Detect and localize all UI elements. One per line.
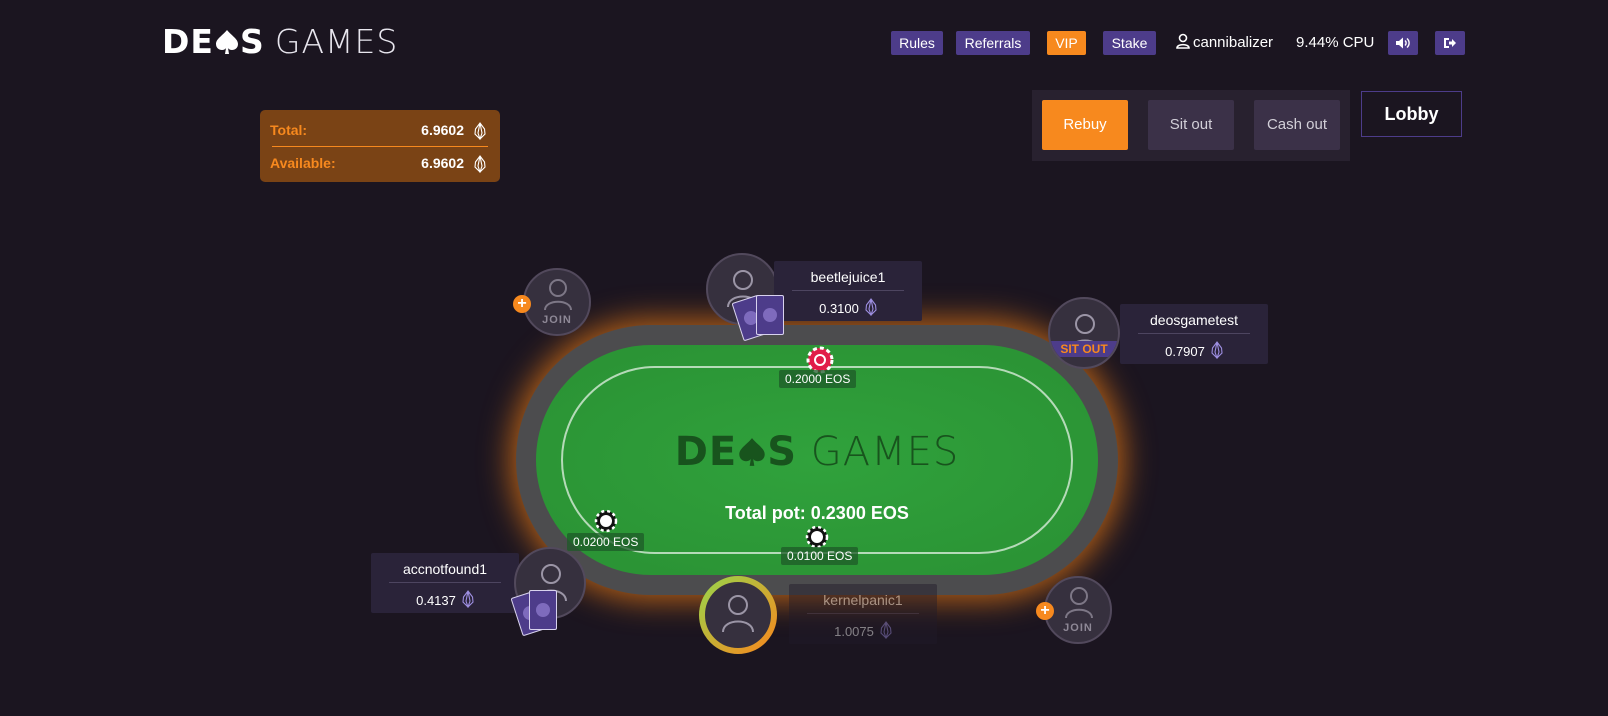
- chip-icon: [594, 509, 618, 533]
- rules-button[interactable]: Rules: [891, 31, 943, 55]
- available-value: 6.9602: [421, 155, 464, 171]
- card-back-icon: [536, 603, 550, 617]
- player-stack-value: 0.7907: [1165, 344, 1205, 359]
- player-info-deosgametest: deosgametest 0.7907: [1120, 304, 1268, 364]
- person-icon: [722, 595, 754, 633]
- sit-out-badge: SIT OUT: [1050, 341, 1118, 357]
- join-label: JOIN: [542, 314, 572, 326]
- plus-icon[interactable]: +: [1036, 602, 1054, 620]
- plus-icon[interactable]: +: [513, 295, 531, 313]
- sound-button[interactable]: [1388, 31, 1418, 55]
- sit-out-button[interactable]: Sit out: [1148, 100, 1234, 150]
- balance-panel: Total: 6.9602 Available: 6.9602: [260, 110, 500, 182]
- player-stack: 0.3100: [774, 298, 922, 317]
- cpu-indicator: 9.44% CPU: [1296, 34, 1375, 51]
- eos-icon: [462, 590, 474, 609]
- eos-icon: [1211, 341, 1223, 360]
- table-logo-bold: DE: [674, 429, 738, 475]
- available-label: Available:: [270, 155, 336, 171]
- player-stack-value: 1.0075: [834, 624, 874, 639]
- player-stack-value: 0.3100: [819, 301, 859, 316]
- avatar-kernelpanic1: [707, 584, 769, 646]
- hole-card: [529, 590, 557, 630]
- hole-card: [756, 295, 784, 335]
- table-logo-light: GAMES: [810, 429, 960, 475]
- total-row: Total: 6.9602: [270, 120, 486, 140]
- eos-icon: [880, 621, 892, 640]
- join-label: JOIN: [1063, 622, 1093, 634]
- eos-icon: [474, 122, 486, 140]
- player-stack: 0.4137: [371, 590, 519, 609]
- total-pot: Total pot: 0.2300 EOS: [725, 503, 909, 523]
- seat-join-top-left[interactable]: JOIN: [523, 268, 591, 336]
- username: cannibalizer: [1193, 34, 1274, 51]
- table-logo-bold-end: S: [767, 429, 798, 475]
- user-account[interactable]: cannibalizer: [1176, 31, 1273, 55]
- player-info-kernelpanic1: kernelpanic1 1.0075: [789, 584, 937, 644]
- eos-icon: [865, 298, 877, 317]
- top-nav: Rules Referrals VIP Stake cannibalizer 9…: [0, 31, 1608, 55]
- card-back-icon: [763, 308, 777, 322]
- player-stack-value: 0.4137: [416, 593, 456, 608]
- available-row: Available: 6.9602: [270, 153, 486, 173]
- player-stack: 0.7907: [1120, 341, 1268, 360]
- player-name: deosgametest: [1150, 312, 1238, 328]
- divider: [1138, 333, 1250, 334]
- divider: [792, 290, 904, 291]
- divider: [389, 582, 501, 583]
- player-info-accnotfound1: accnotfound1 0.4137: [371, 553, 519, 613]
- person-icon: [544, 279, 572, 311]
- logout-button[interactable]: [1435, 31, 1465, 55]
- table-logo: DE S GAMES: [536, 430, 1098, 474]
- bet-amount-top: 0.2000 EOS: [779, 370, 857, 388]
- rebuy-button[interactable]: Rebuy: [1042, 100, 1128, 150]
- total-value: 6.9602: [421, 122, 464, 138]
- avatar-deosgametest: SIT OUT: [1048, 297, 1120, 369]
- chip-icon: [805, 525, 829, 549]
- person-icon: [1065, 587, 1093, 619]
- player-info-beetlejuice1: beetlejuice1 0.3100: [774, 261, 922, 321]
- seat-join-bottom-right[interactable]: JOIN: [1044, 576, 1112, 644]
- bet-amount-bottom: 0.0100 EOS: [781, 547, 859, 565]
- referrals-button[interactable]: Referrals: [956, 31, 1030, 55]
- action-panel: Rebuy Sit out Cash out: [1032, 90, 1350, 161]
- vip-button[interactable]: VIP: [1047, 31, 1086, 55]
- bet-amount-left: 0.0200 EOS: [567, 533, 645, 551]
- player-name: accnotfound1: [402, 561, 488, 577]
- logout-icon: [1444, 38, 1456, 48]
- player-name: kernelpanic1: [823, 592, 903, 608]
- balance-divider: [272, 146, 488, 147]
- player-stack: 1.0075: [789, 621, 937, 640]
- spade-icon: [739, 438, 765, 466]
- lobby-button[interactable]: Lobby: [1361, 91, 1462, 137]
- volume-icon: [1396, 37, 1410, 49]
- cash-out-button[interactable]: Cash out: [1254, 100, 1340, 150]
- eos-icon: [474, 155, 486, 173]
- divider: [807, 613, 919, 614]
- stake-button[interactable]: Stake: [1103, 31, 1156, 55]
- user-icon: [1176, 33, 1190, 49]
- total-label: Total:: [270, 122, 308, 138]
- player-name: beetlejuice1: [810, 269, 886, 285]
